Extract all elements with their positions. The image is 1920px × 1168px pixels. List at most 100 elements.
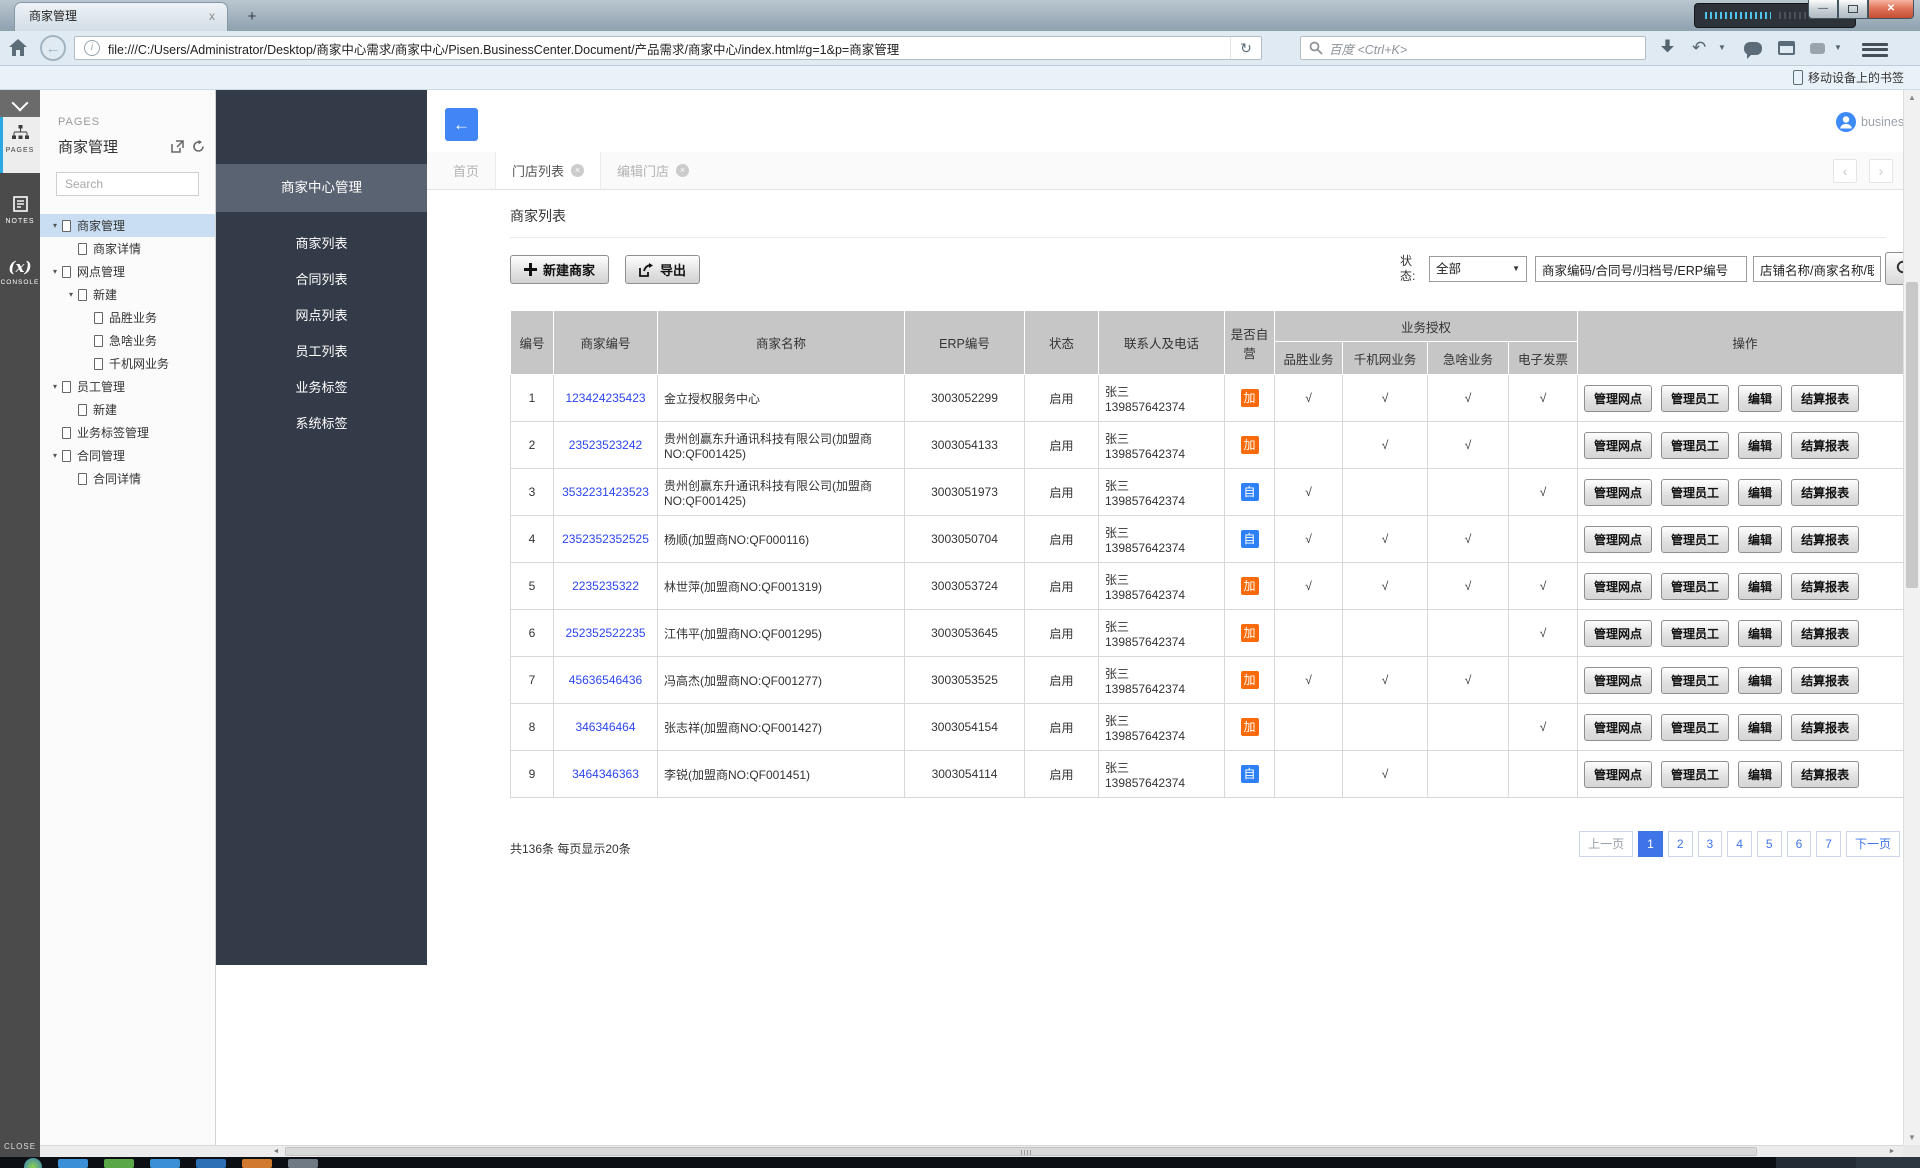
reload-icon[interactable]: ↻ bbox=[1230, 37, 1261, 59]
row-action-button[interactable]: 编辑 bbox=[1738, 667, 1782, 694]
tab-close-icon[interactable]: × bbox=[571, 164, 584, 177]
row-action-button[interactable]: 管理网点 bbox=[1584, 385, 1652, 412]
row-action-button[interactable]: 管理员工 bbox=[1661, 573, 1729, 600]
status-select[interactable]: 全部 ▼ bbox=[1429, 256, 1527, 282]
back-button[interactable]: ← bbox=[445, 108, 478, 141]
row-action-button[interactable]: 管理网点 bbox=[1584, 526, 1652, 553]
tree-item[interactable]: ▾员工管理 bbox=[40, 375, 215, 398]
row-action-button[interactable]: 结算报表 bbox=[1791, 573, 1859, 600]
pager-prev[interactable]: 上一页 bbox=[1579, 831, 1633, 857]
row-action-button[interactable]: 编辑 bbox=[1738, 573, 1782, 600]
tab-groups-icon[interactable] bbox=[1778, 41, 1795, 55]
pager-next[interactable]: 下一页 bbox=[1846, 831, 1900, 857]
restore-button[interactable] bbox=[1838, 0, 1868, 19]
browser-search-field[interactable]: 百度 <Ctrl+K> bbox=[1300, 36, 1646, 60]
refresh-icon[interactable] bbox=[192, 140, 205, 153]
collapse-button[interactable] bbox=[0, 90, 40, 117]
export-button[interactable]: 导出 bbox=[625, 255, 700, 284]
tree-item[interactable]: 新建 bbox=[40, 398, 215, 421]
home-icon[interactable] bbox=[8, 38, 28, 60]
row-action-button[interactable]: 管理网点 bbox=[1584, 573, 1652, 600]
scroll-left-icon[interactable]: ◄ bbox=[269, 1146, 283, 1157]
address-bar[interactable]: i file:///C:/Users/Administrator/Desktop… bbox=[74, 36, 1262, 60]
pager-page[interactable]: 7 bbox=[1816, 831, 1841, 857]
tree-item[interactable]: 商家详情 bbox=[40, 237, 215, 260]
taskbar-app-icon[interactable] bbox=[196, 1159, 226, 1168]
row-action-button[interactable]: 编辑 bbox=[1738, 385, 1782, 412]
new-merchant-button[interactable]: 新建商家 bbox=[510, 255, 609, 284]
minimize-button[interactable]: — bbox=[1808, 0, 1838, 19]
nav-menu-item[interactable]: 员工列表 bbox=[216, 334, 427, 370]
merchant-no-link[interactable]: 2352352352525 bbox=[562, 532, 649, 546]
pager-page[interactable]: 4 bbox=[1727, 831, 1752, 857]
pager-page[interactable]: 3 bbox=[1698, 831, 1723, 857]
row-action-button[interactable]: 管理员工 bbox=[1661, 385, 1729, 412]
mobile-bookmarks[interactable]: 移动设备上的书签 bbox=[1793, 69, 1904, 86]
pages-search-input[interactable] bbox=[56, 172, 199, 196]
pager-page[interactable]: 5 bbox=[1757, 831, 1782, 857]
row-action-button[interactable]: 管理网点 bbox=[1584, 432, 1652, 459]
merchant-no-link[interactable]: 252352522235 bbox=[565, 626, 645, 640]
tab-close-icon[interactable]: x bbox=[205, 9, 219, 23]
tree-item[interactable]: ▾合同管理 bbox=[40, 444, 215, 467]
scroll-up-icon[interactable]: ▲ bbox=[1904, 93, 1920, 102]
row-action-button[interactable]: 编辑 bbox=[1738, 526, 1782, 553]
user-chip[interactable]: business bbox=[1836, 112, 1903, 132]
row-action-button[interactable]: 管理网点 bbox=[1584, 667, 1652, 694]
app-tab[interactable]: 门店列表× bbox=[495, 152, 601, 189]
tab-close-icon[interactable]: × bbox=[676, 164, 689, 177]
row-action-button[interactable]: 管理员工 bbox=[1661, 526, 1729, 553]
app-tab[interactable]: 首页 bbox=[437, 152, 495, 189]
pager-page[interactable]: 6 bbox=[1787, 831, 1812, 857]
nav-menu-item[interactable]: 系统标签 bbox=[216, 406, 427, 442]
tree-item[interactable]: ▾网点管理 bbox=[40, 260, 215, 283]
tab-scroll-left-icon[interactable]: ‹ bbox=[1833, 159, 1857, 183]
scroll-right-icon[interactable]: ► bbox=[1885, 1146, 1899, 1157]
taskbar-app-icon[interactable] bbox=[150, 1159, 180, 1168]
merchant-no-link[interactable]: 2235235322 bbox=[572, 579, 639, 593]
row-action-button[interactable]: 管理网点 bbox=[1584, 479, 1652, 506]
tree-item[interactable]: 千机网业务 bbox=[40, 352, 215, 375]
export-icon[interactable] bbox=[171, 140, 184, 153]
history-icon[interactable]: ↶ bbox=[1692, 38, 1706, 58]
pager-page[interactable]: 1 bbox=[1638, 831, 1663, 857]
row-action-button[interactable]: 管理网点 bbox=[1584, 714, 1652, 741]
start-button-icon[interactable] bbox=[24, 1158, 42, 1168]
row-action-button[interactable]: 管理员工 bbox=[1661, 479, 1729, 506]
rail-item-console[interactable]: (x) CONSOLE bbox=[0, 258, 40, 310]
nav-menu-item[interactable]: 网点列表 bbox=[216, 298, 427, 334]
merchant-no-link[interactable]: 23523523242 bbox=[569, 438, 642, 452]
horizontal-scrollbar[interactable]: ◄ ► bbox=[40, 1145, 1903, 1157]
merchant-no-link[interactable]: 3464346363 bbox=[572, 767, 639, 781]
taskbar-clock[interactable] bbox=[1856, 1157, 1920, 1168]
row-action-button[interactable]: 结算报表 bbox=[1791, 761, 1859, 788]
nav-menu-item[interactable]: 商家列表 bbox=[216, 226, 427, 262]
row-action-button[interactable]: 管理员工 bbox=[1661, 620, 1729, 647]
row-action-button[interactable]: 编辑 bbox=[1738, 620, 1782, 647]
row-action-button[interactable]: 编辑 bbox=[1738, 479, 1782, 506]
row-action-button[interactable]: 结算报表 bbox=[1791, 714, 1859, 741]
merchant-code-input[interactable] bbox=[1535, 256, 1747, 282]
plugin-icon[interactable] bbox=[1810, 43, 1825, 54]
merchant-no-link[interactable]: 3532231423523 bbox=[562, 485, 649, 499]
nav-menu-item[interactable]: 业务标签 bbox=[216, 370, 427, 406]
new-tab-button[interactable]: + bbox=[240, 8, 264, 26]
rail-close-label[interactable]: CLOSE bbox=[0, 1142, 40, 1151]
row-action-button[interactable]: 管理网点 bbox=[1584, 761, 1652, 788]
horizontal-scroll-thumb[interactable] bbox=[285, 1147, 1757, 1156]
system-tray[interactable] bbox=[1776, 1157, 1856, 1168]
row-action-button[interactable]: 编辑 bbox=[1738, 432, 1782, 459]
app-tab[interactable]: 编辑门店× bbox=[601, 152, 705, 189]
windows-taskbar[interactable] bbox=[0, 1157, 1920, 1168]
taskbar-app-icon[interactable] bbox=[104, 1159, 134, 1168]
tree-item[interactable]: ▾新建 bbox=[40, 283, 215, 306]
row-action-button[interactable]: 编辑 bbox=[1738, 761, 1782, 788]
pager-page[interactable]: 2 bbox=[1668, 831, 1693, 857]
row-action-button[interactable]: 结算报表 bbox=[1791, 620, 1859, 647]
downloads-icon[interactable] bbox=[1660, 39, 1675, 57]
taskbar-app-icon[interactable] bbox=[58, 1159, 88, 1168]
row-action-button[interactable]: 管理员工 bbox=[1661, 714, 1729, 741]
chat-icon[interactable] bbox=[1744, 42, 1762, 55]
browser-tab[interactable]: 商家管理 x bbox=[14, 2, 228, 31]
row-action-button[interactable]: 结算报表 bbox=[1791, 385, 1859, 412]
